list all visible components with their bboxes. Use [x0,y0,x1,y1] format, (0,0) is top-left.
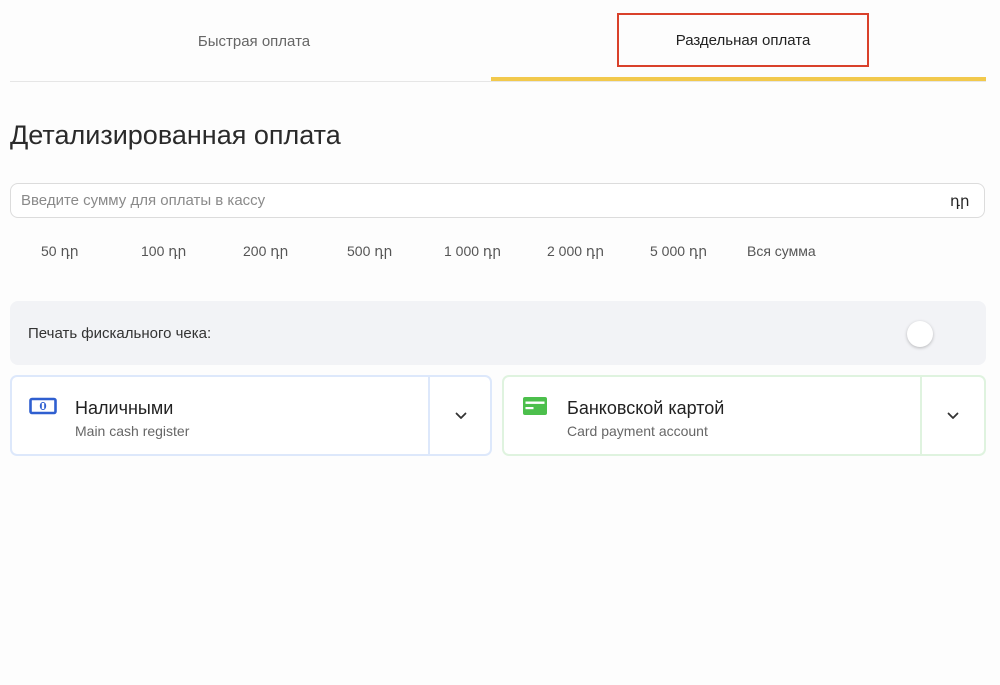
quick-amount-50[interactable]: 50 դր [41,243,79,260]
quick-amount-200[interactable]: 200 դր [243,243,288,260]
payment-method-cash[interactable]: Наличными Main cash register [10,375,492,456]
tab-split-payment[interactable]: Раздельная оплата [491,0,986,82]
tab-quick-payment[interactable]: Быстрая оплата [10,0,498,82]
banknote-icon [29,397,57,415]
quick-amount-1000[interactable]: 1 000 դր [444,243,501,260]
payment-tabs: Быстрая оплата Раздельная оплата [10,0,986,82]
quick-amount-5000[interactable]: 5 000 դր [650,243,707,260]
chevron-down-icon [947,412,959,419]
chevron-down-icon [455,412,467,419]
tab-quick-payment-label: Быстрая оплата [197,32,311,50]
quick-amount-500[interactable]: 500 դր [347,243,392,260]
fiscal-receipt-label: Печать фискального чека: [28,325,212,342]
tab-split-payment-label: Раздельная оплата [675,31,811,49]
payment-method-card-subtitle: Card payment account [567,423,708,439]
payment-method-card-title: Банковской картой [567,398,725,418]
credit-card-icon [523,397,547,415]
highlight-box: Раздельная оплата [617,13,869,67]
split-payment-screen: Быстрая оплата Раздельная оплата Детализ… [0,0,1000,685]
quick-amount-full[interactable]: Вся сумма [747,243,816,259]
active-tab-indicator [491,77,986,81]
currency-suffix: դր [950,192,970,210]
quick-amount-2000[interactable]: 2 000 դր [547,243,604,260]
fiscal-receipt-row: Печать фискального чека: [10,301,986,365]
payment-method-cash-subtitle: Main cash register [75,423,190,439]
amount-input[interactable] [11,192,950,209]
cash-expand-button[interactable] [430,377,492,454]
quick-amount-100[interactable]: 100 դր [141,243,186,260]
fiscal-receipt-toggle[interactable] [907,321,933,347]
payment-method-cash-title: Наличными [75,398,174,418]
card-expand-button[interactable] [922,377,984,454]
payment-method-card[interactable]: Банковской картой Card payment account [502,375,986,456]
amount-field: դր [10,183,985,218]
page-title: Детализированная оплата [10,120,341,150]
